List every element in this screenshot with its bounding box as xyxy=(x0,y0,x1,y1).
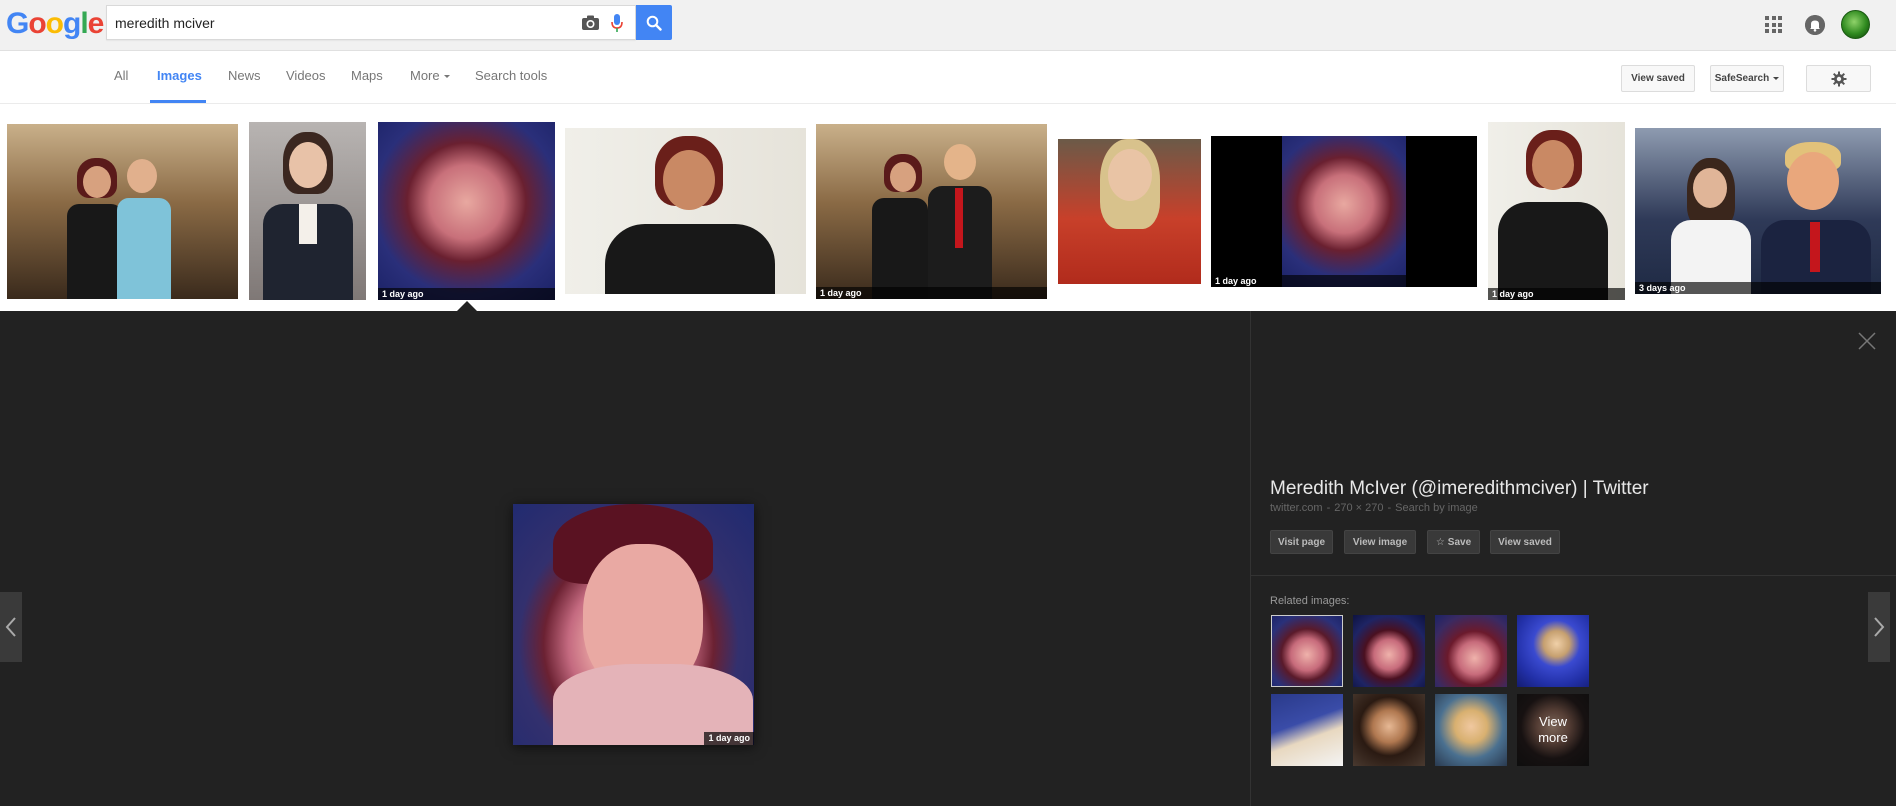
apps-grid-icon[interactable] xyxy=(1765,16,1782,33)
result-thumbnail[interactable]: 1 day ago xyxy=(816,124,1047,299)
microphone-icon[interactable] xyxy=(610,13,624,33)
tab-videos[interactable]: Videos xyxy=(286,68,326,83)
result-thumbnail[interactable] xyxy=(1058,139,1201,284)
tab-all[interactable]: All xyxy=(114,68,128,83)
thumbnail-age-label: 1 day ago xyxy=(1211,275,1477,287)
tab-search-tools[interactable]: Search tools xyxy=(475,68,547,83)
star-icon: ☆ xyxy=(1435,536,1445,548)
caret-down-icon xyxy=(1773,77,1780,80)
search-box xyxy=(106,5,636,40)
related-image[interactable] xyxy=(1435,615,1507,687)
panel-divider xyxy=(1251,575,1896,576)
account-avatar[interactable] xyxy=(1841,10,1870,39)
save-button[interactable]: ☆ Save xyxy=(1427,530,1480,554)
result-thumbnail[interactable]: 3 days ago xyxy=(1635,128,1881,294)
result-thumbnail[interactable] xyxy=(249,122,366,300)
tab-more[interactable]: More xyxy=(410,68,450,83)
active-tab-indicator xyxy=(150,100,206,103)
thumbnail-age-label: 1 day ago xyxy=(1488,288,1625,300)
gear-icon xyxy=(1831,71,1846,86)
safesearch-label: SafeSearch xyxy=(1714,73,1770,84)
selected-thumbnail-pointer xyxy=(457,301,477,311)
image-age-label: 1 day ago xyxy=(704,732,754,745)
view-more-tile[interactable]: View more xyxy=(1517,694,1589,766)
search-by-image-link[interactable]: Search by image xyxy=(1395,502,1478,514)
google-logo[interactable]: Google xyxy=(6,9,104,39)
image-source-link[interactable]: twitter.com xyxy=(1270,502,1323,514)
thumbnail-age-label: 1 day ago xyxy=(816,287,1047,299)
visit-page-button[interactable]: Visit page xyxy=(1270,530,1333,554)
result-thumbnail[interactable]: 1 day ago xyxy=(1211,136,1477,287)
result-thumbnail[interactable] xyxy=(7,124,238,299)
view-more-label: View more xyxy=(1517,694,1589,766)
tab-images[interactable]: Images xyxy=(157,68,202,83)
preview-image[interactable]: 1 day ago xyxy=(513,504,754,745)
settings-button[interactable] xyxy=(1806,65,1871,92)
view-saved-panel-button[interactable]: View saved xyxy=(1490,530,1560,554)
result-thumbnail-selected[interactable]: 1 day ago xyxy=(378,122,555,300)
chevron-left-icon xyxy=(5,617,16,637)
search-icon xyxy=(646,15,662,31)
thumbnail-age-label: 3 days ago xyxy=(1635,282,1881,294)
result-thumbnail[interactable] xyxy=(565,128,806,294)
tab-maps[interactable]: Maps xyxy=(351,68,383,83)
search-nav: All Images News Videos Maps More Search … xyxy=(0,52,1896,104)
notifications-bell-icon[interactable] xyxy=(1805,15,1825,35)
close-icon[interactable] xyxy=(1857,331,1877,351)
related-image[interactable] xyxy=(1353,615,1425,687)
related-image[interactable] xyxy=(1271,615,1343,687)
save-label: Save xyxy=(1447,536,1472,548)
search-input[interactable] xyxy=(115,13,555,33)
image-meta: twitter.com -270 × 270- Search by image xyxy=(1270,502,1478,514)
image-dimensions: 270 × 270 xyxy=(1334,502,1384,514)
caret-down-icon xyxy=(443,75,450,79)
safesearch-dropdown[interactable]: SafeSearch xyxy=(1710,65,1784,92)
related-image[interactable] xyxy=(1435,694,1507,766)
related-image[interactable] xyxy=(1353,694,1425,766)
result-thumbnail[interactable]: 1 day ago xyxy=(1488,122,1625,300)
tab-news[interactable]: News xyxy=(228,68,261,83)
previous-image-button[interactable] xyxy=(0,592,22,662)
image-title[interactable]: Meredith McIver (@imeredithmciver) | Twi… xyxy=(1270,478,1649,500)
top-header: Google xyxy=(0,0,1896,51)
search-button[interactable] xyxy=(636,5,672,40)
view-saved-button[interactable]: View saved xyxy=(1621,65,1695,92)
image-results-strip: 1 day ago 1 day ago 1 day ago 1 day ago xyxy=(0,105,1896,310)
thumbnail-age-label: 1 day ago xyxy=(378,288,555,300)
tab-more-label: More xyxy=(410,68,440,83)
view-image-button[interactable]: View image xyxy=(1344,530,1416,554)
camera-icon[interactable] xyxy=(581,14,600,32)
image-viewer-panel: 1 day ago xyxy=(0,311,1896,806)
related-image[interactable] xyxy=(1517,615,1589,687)
related-image[interactable] xyxy=(1271,694,1343,766)
related-images-label: Related images: xyxy=(1270,595,1350,607)
